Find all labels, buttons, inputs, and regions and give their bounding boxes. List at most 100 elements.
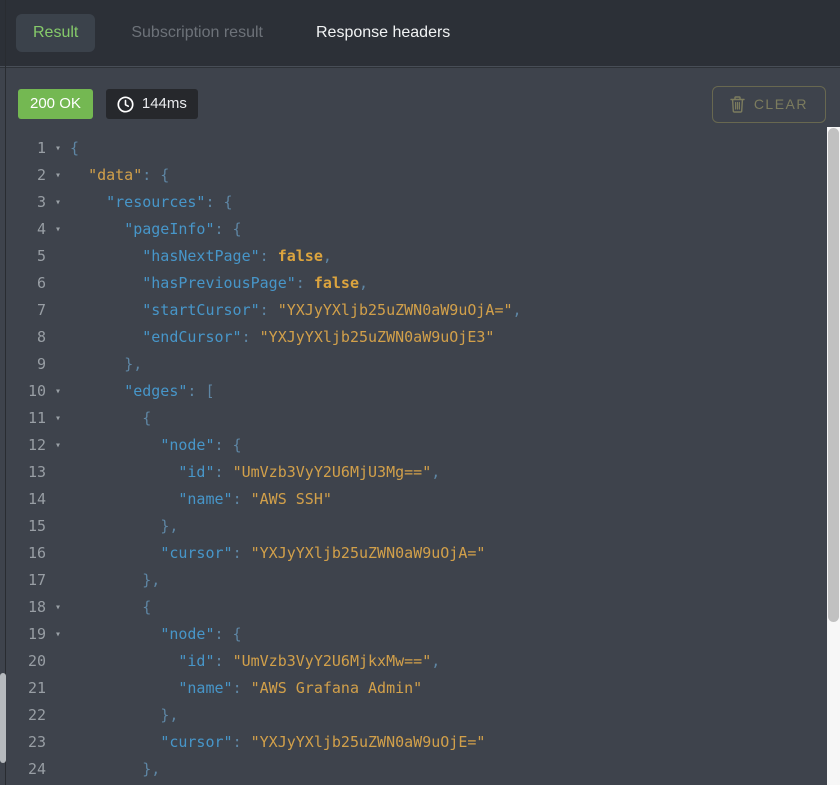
line-number: 13 <box>0 459 46 486</box>
code-text: "edges": [ <box>70 378 215 405</box>
code-text: "node": { <box>70 432 242 459</box>
code-text: { <box>70 405 151 432</box>
code-text: "cursor": "YXJyYXljb25uZWN0aW9uOjE=" <box>70 729 485 756</box>
code-text: "pageInfo": { <box>70 216 242 243</box>
fold-toggle-icon[interactable]: ▾ <box>46 378 70 405</box>
fold-toggle-icon[interactable]: ▾ <box>46 594 70 621</box>
line-number: 15 <box>0 513 46 540</box>
code-text: "name": "AWS Grafana Admin" <box>70 675 422 702</box>
code-text: }, <box>70 513 178 540</box>
response-time-label: 144ms <box>142 95 187 113</box>
tab-response-headers[interactable]: Response headers <box>299 14 467 52</box>
code-text: "hasNextPage": false, <box>70 243 332 270</box>
tab-result[interactable]: Result <box>16 14 95 52</box>
code-line: 9 }, <box>0 351 827 378</box>
line-number: 21 <box>0 675 46 702</box>
line-number: 7 <box>0 297 46 324</box>
code-text: }, <box>70 351 142 378</box>
clock-icon <box>117 96 134 113</box>
left-pane-divider[interactable] <box>5 0 6 785</box>
code-line: 4▾ "pageInfo": { <box>0 216 827 243</box>
code-line: 15 }, <box>0 513 827 540</box>
trash-icon <box>730 96 745 113</box>
line-number: 5 <box>0 243 46 270</box>
code-line: 2▾ "data": { <box>0 162 827 189</box>
fold-toggle-icon[interactable]: ▾ <box>46 216 70 243</box>
result-panel: 200 OK 144ms <box>0 68 840 785</box>
code-text: "startCursor": "YXJyYXljb25uZWN0aW9uOjA=… <box>70 297 522 324</box>
code-text: "hasPreviousPage": false, <box>70 270 368 297</box>
code-line: 11▾ { <box>0 405 827 432</box>
code-line: 18▾ { <box>0 594 827 621</box>
code-line: 20 "id": "UmVzb3VyY2U6MjkxMw==", <box>0 648 827 675</box>
fold-toggle-icon[interactable]: ▾ <box>46 189 70 216</box>
line-number: 9 <box>0 351 46 378</box>
code-text: }, <box>70 702 178 729</box>
code-line: 3▾ "resources": { <box>0 189 827 216</box>
response-statusbar: 200 OK 144ms <box>0 68 840 124</box>
line-number: 8 <box>0 324 46 351</box>
line-number: 1 <box>0 135 46 162</box>
code-vertical-scrollbar[interactable] <box>827 127 840 785</box>
line-number: 10 <box>0 378 46 405</box>
code-line: 21 "name": "AWS Grafana Admin" <box>0 675 827 702</box>
result-tabbar: Result Subscription result Response head… <box>0 0 840 67</box>
code-text: "name": "AWS SSH" <box>70 486 332 513</box>
line-number: 18 <box>0 594 46 621</box>
code-text: }, <box>70 567 160 594</box>
left-scrollbar-thumb[interactable] <box>0 673 6 763</box>
code-text: "endCursor": "YXJyYXljb25uZWN0aW9uOjE3" <box>70 324 494 351</box>
line-number: 16 <box>0 540 46 567</box>
code-line: 1▾{ <box>0 135 827 162</box>
code-text: "node": { <box>70 621 242 648</box>
line-number: 24 <box>0 756 46 783</box>
line-number: 6 <box>0 270 46 297</box>
fold-toggle-icon[interactable]: ▾ <box>46 135 70 162</box>
line-number: 2 <box>0 162 46 189</box>
code-line: 10▾ "edges": [ <box>0 378 827 405</box>
code-text: }, <box>70 756 160 783</box>
code-line: 17 }, <box>0 567 827 594</box>
line-number: 20 <box>0 648 46 675</box>
line-number: 19 <box>0 621 46 648</box>
code-line: 8 "endCursor": "YXJyYXljb25uZWN0aW9uOjE3… <box>0 324 827 351</box>
code-text: { <box>70 135 79 162</box>
line-number: 4 <box>0 216 46 243</box>
code-text: "data": { <box>70 162 169 189</box>
code-text: { <box>70 594 151 621</box>
code-line: 13 "id": "UmVzb3VyY2U6MjU3Mg==", <box>0 459 827 486</box>
code-line: 16 "cursor": "YXJyYXljb25uZWN0aW9uOjA=" <box>0 540 827 567</box>
code-line: 23 "cursor": "YXJyYXljb25uZWN0aW9uOjE=" <box>0 729 827 756</box>
graphql-response-pane: Result Subscription result Response head… <box>0 0 840 785</box>
line-number: 3 <box>0 189 46 216</box>
code-line: 24 }, <box>0 756 827 783</box>
code-line: 14 "name": "AWS SSH" <box>0 486 827 513</box>
response-time-badge: 144ms <box>106 89 198 119</box>
code-text: "id": "UmVzb3VyY2U6MjU3Mg==", <box>70 459 440 486</box>
code-line: 6 "hasPreviousPage": false, <box>0 270 827 297</box>
fold-toggle-icon[interactable]: ▾ <box>46 162 70 189</box>
clear-button[interactable]: CLEAR <box>712 86 826 123</box>
code-line: 12▾ "node": { <box>0 432 827 459</box>
code-line: 7 "startCursor": "YXJyYXljb25uZWN0aW9uOj… <box>0 297 827 324</box>
fold-toggle-icon[interactable]: ▾ <box>46 432 70 459</box>
fold-toggle-icon[interactable]: ▾ <box>46 621 70 648</box>
code-text: "resources": { <box>70 189 233 216</box>
code-line: 19▾ "node": { <box>0 621 827 648</box>
code-text: "cursor": "YXJyYXljb25uZWN0aW9uOjA=" <box>70 540 485 567</box>
code-line: 22 }, <box>0 702 827 729</box>
line-number: 12 <box>0 432 46 459</box>
line-number: 14 <box>0 486 46 513</box>
line-number: 17 <box>0 567 46 594</box>
code-line: 5 "hasNextPage": false, <box>0 243 827 270</box>
line-number: 11 <box>0 405 46 432</box>
code-scrollbar-thumb[interactable] <box>828 128 839 622</box>
tab-subscription-result[interactable]: Subscription result <box>114 14 280 52</box>
status-badge: 200 OK <box>18 89 93 119</box>
code-editor: 1▾{2▾ "data": {3▾ "resources": {4▾ "page… <box>0 133 827 785</box>
line-number: 23 <box>0 729 46 756</box>
fold-toggle-icon[interactable]: ▾ <box>46 405 70 432</box>
line-number: 22 <box>0 702 46 729</box>
clear-button-label: CLEAR <box>754 96 808 112</box>
code-text: "id": "UmVzb3VyY2U6MjkxMw==", <box>70 648 440 675</box>
